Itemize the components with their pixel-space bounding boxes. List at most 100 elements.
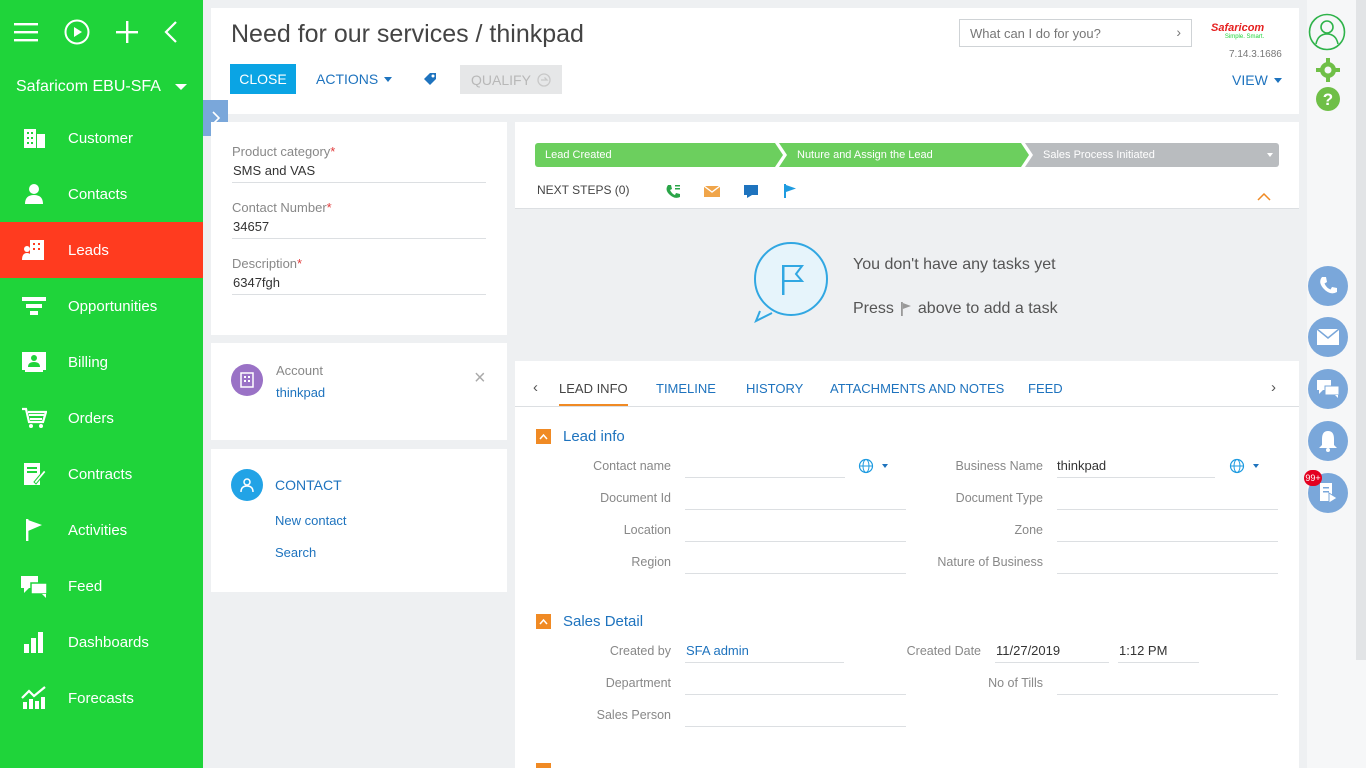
empty-tasks-message: You don't have any tasks yet [853,256,1056,273]
safaricom-logo: Safaricom Simple. Smart. [1211,22,1264,40]
sidebar-item-label: Contracts [68,465,133,483]
bar-chart-icon [20,628,48,656]
region-field[interactable] [685,550,906,574]
leads-icon [20,236,48,264]
menu-icon[interactable] [14,19,38,45]
sidebar-item-label: Billing [68,353,109,371]
person-icon [20,180,48,208]
tab-feed[interactable]: FEED [1028,381,1063,396]
sidebar-item-leads[interactable]: Leads [0,222,203,278]
forecast-icon [20,684,48,712]
page-title: Need for our services / thinkpad [231,20,584,48]
play-icon[interactable] [64,19,90,45]
gear-icon[interactable] [1315,57,1341,88]
account-link[interactable]: thinkpad [276,385,325,400]
workspace-selector[interactable]: Safaricom EBU-SFA [0,64,203,110]
sidebar-item-orders[interactable]: Orders [0,390,203,446]
add-icon[interactable] [116,19,138,45]
call-icon[interactable] [665,184,681,205]
sidebar-item-contracts[interactable]: Contracts [0,446,203,502]
document-id-field[interactable] [685,486,906,510]
stage-lead-created[interactable]: Lead Created [535,143,783,167]
tab-attachments-notes[interactable]: ATTACHMENTS AND NOTES [830,381,1004,396]
business-name-field[interactable]: thinkpad [1057,454,1215,478]
contact-name-field[interactable] [685,454,845,478]
sales-detail-group-header[interactable]: Sales Detail [536,613,643,630]
nature-of-business-label: Nature of Business [937,555,1043,569]
globe-search-icon[interactable] [858,458,890,479]
chevron-left-icon[interactable] [164,19,178,45]
product-category-label: Product category* [232,144,336,159]
department-field[interactable] [685,671,906,695]
scrollbar[interactable] [1356,0,1366,660]
globe-search-icon[interactable] [1229,458,1261,479]
command-search-input[interactable]: What can I do for you? › [959,19,1192,47]
tabs-next-icon[interactable]: › [1271,379,1276,396]
user-avatar-icon[interactable] [1308,13,1346,56]
stage-label: Nuture and Assign the Lead [797,149,933,161]
sidebar-item-label: Activities [68,521,128,539]
lead-info-group-header[interactable]: Lead info [536,428,625,445]
created-by-link[interactable]: SFA admin [685,639,844,663]
actions-label: ACTIONS [316,71,379,87]
view-button[interactable]: VIEW [1232,72,1282,88]
collapse-group-icon [536,429,551,444]
tab-strip: ‹ LEAD INFO TIMELINE HISTORY ATTACHMENTS… [515,361,1299,407]
product-category-field[interactable]: SMS and VAS [232,159,486,183]
contact-number-field[interactable]: 34657 [232,215,486,239]
chevron-right-icon[interactable]: › [1176,24,1181,40]
stage-sales-process[interactable]: Sales Process Initiated [1025,143,1279,167]
stage-nuture-assign[interactable]: Nuture and Assign the Lead [779,143,1029,167]
no-of-tills-field[interactable] [1057,671,1278,695]
view-label: VIEW [1232,72,1268,88]
chevron-down-icon [175,84,187,90]
document-type-field[interactable] [1057,486,1278,510]
sidebar-item-billing[interactable]: Billing [0,334,203,390]
nature-of-business-field[interactable] [1057,550,1278,574]
qualify-button[interactable]: QUALIFY [460,65,562,94]
sidebar-item-forecasts[interactable]: Forecasts [0,670,203,726]
flag-icon[interactable] [783,184,797,203]
sidebar-item-customer[interactable]: Customer [0,110,203,166]
group-title: Sales Detail [563,613,644,630]
sidebar-item-feed[interactable]: Feed [0,558,203,614]
zone-field[interactable] [1057,518,1278,542]
email-icon[interactable] [703,184,721,203]
tab-lead-info[interactable]: LEAD INFO [559,381,628,406]
created-date-field[interactable]: 11/27/2019 [995,639,1109,663]
funnel-icon [20,292,48,320]
close-icon[interactable]: × [474,368,486,388]
collapse-icon[interactable] [1257,190,1271,204]
tag-icon[interactable] [423,72,437,91]
sidebar-item-contacts[interactable]: Contacts [0,166,203,222]
chevron-down-icon[interactable] [1267,153,1273,157]
new-contact-link[interactable]: New contact [275,513,347,528]
created-time-field[interactable]: 1:12 PM [1118,639,1199,663]
sidebar-item-dashboards[interactable]: Dashboards [0,614,203,670]
sidebar-item-label: Feed [68,577,103,595]
help-icon[interactable]: ? [1315,86,1341,117]
account-label: Account [276,363,323,378]
search-contact-link[interactable]: Search [275,545,316,560]
actions-button[interactable]: ACTIONS [316,71,393,87]
chat-icon[interactable] [1308,369,1348,409]
sales-person-field[interactable] [685,703,906,727]
hint-tail: above to add a task [917,300,1058,317]
location-field[interactable] [685,518,906,542]
description-field[interactable]: 6347fgh [232,271,486,295]
tab-timeline[interactable]: TIMELINE [656,381,716,396]
close-button[interactable]: CLOSE [230,64,296,94]
sidebar-item-opportunities[interactable]: Opportunities [0,278,203,334]
message-icon[interactable] [744,184,758,203]
phone-icon[interactable] [1308,266,1348,306]
sidebar-item-activities[interactable]: Activities [0,502,203,558]
tabs-prev-icon[interactable]: ‹ [533,379,538,396]
tab-history[interactable]: HISTORY [746,381,803,396]
created-by-label: Created by [609,644,671,658]
email-icon[interactable] [1308,317,1348,357]
contact-number-label: Contact Number* [232,200,332,215]
arrow-circle-icon [537,72,551,87]
bell-icon[interactable] [1308,421,1348,461]
department-label: Department [605,676,671,690]
logo-text: Safaricom [1211,22,1265,34]
